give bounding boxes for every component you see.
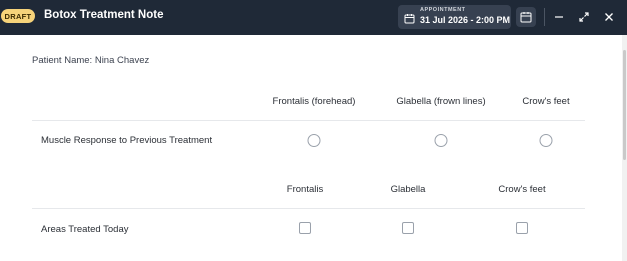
column-header-glabella: Glabella: [390, 184, 426, 195]
appointment-button[interactable]: APPOINTMENT 31 Jul 2026 - 2:00 PM: [398, 5, 511, 29]
appointment-label: APPOINTMENT: [420, 7, 466, 13]
calendar-icon: [520, 12, 532, 23]
minimize-icon: [555, 16, 563, 18]
column-header-frontalis-forehead: Frontalis (forehead): [272, 96, 356, 107]
expand-icon: [579, 12, 589, 22]
row-label-muscle-response: Muscle Response to Previous Treatment: [41, 135, 213, 146]
radio-muscle-response-frontalis[interactable]: [307, 134, 321, 147]
checkbox-areas-treated-frontalis[interactable]: [299, 222, 311, 234]
calendar-icon: [404, 11, 415, 24]
appointment-datetime: 31 Jul 2026 - 2:00 PM: [420, 14, 511, 25]
column-header-frontalis: Frontalis: [286, 184, 324, 195]
column-header-crows-feet-areas: Crow's feet: [498, 184, 546, 195]
patient-name: Patient Name: Nina Chavez: [32, 55, 150, 66]
appointment-text: APPOINTMENT 31 Jul 2026 - 2:00 PM: [420, 7, 511, 25]
row-divider: [32, 120, 585, 121]
title-bar: DRAFT Botox Treatment Note APPOINTMENT 3…: [0, 0, 627, 35]
scrollbar-thumb[interactable]: [623, 50, 626, 160]
checkbox-areas-treated-glabella[interactable]: [402, 222, 414, 234]
status-badge: DRAFT: [1, 9, 35, 23]
checkbox-areas-treated-crows-feet[interactable]: [516, 222, 528, 234]
close-icon: [605, 13, 613, 21]
titlebar-divider: [544, 8, 545, 26]
calendar-button[interactable]: [516, 7, 536, 27]
radio-muscle-response-glabella[interactable]: [434, 134, 448, 147]
maximize-button[interactable]: [575, 8, 593, 26]
row-label-areas-treated: Areas Treated Today: [41, 224, 129, 235]
row-divider: [32, 208, 585, 209]
window-title: Botox Treatment Note: [44, 9, 164, 21]
close-button[interactable]: [600, 8, 618, 26]
note-form: Patient Name: Nina Chavez Frontalis (for…: [0, 35, 622, 261]
column-header-crows-feet: Crow's feet: [522, 96, 570, 107]
radio-muscle-response-crows-feet[interactable]: [539, 134, 553, 147]
column-header-glabella-frown-lines: Glabella (frown lines): [396, 96, 486, 107]
minimize-button[interactable]: [550, 8, 568, 26]
